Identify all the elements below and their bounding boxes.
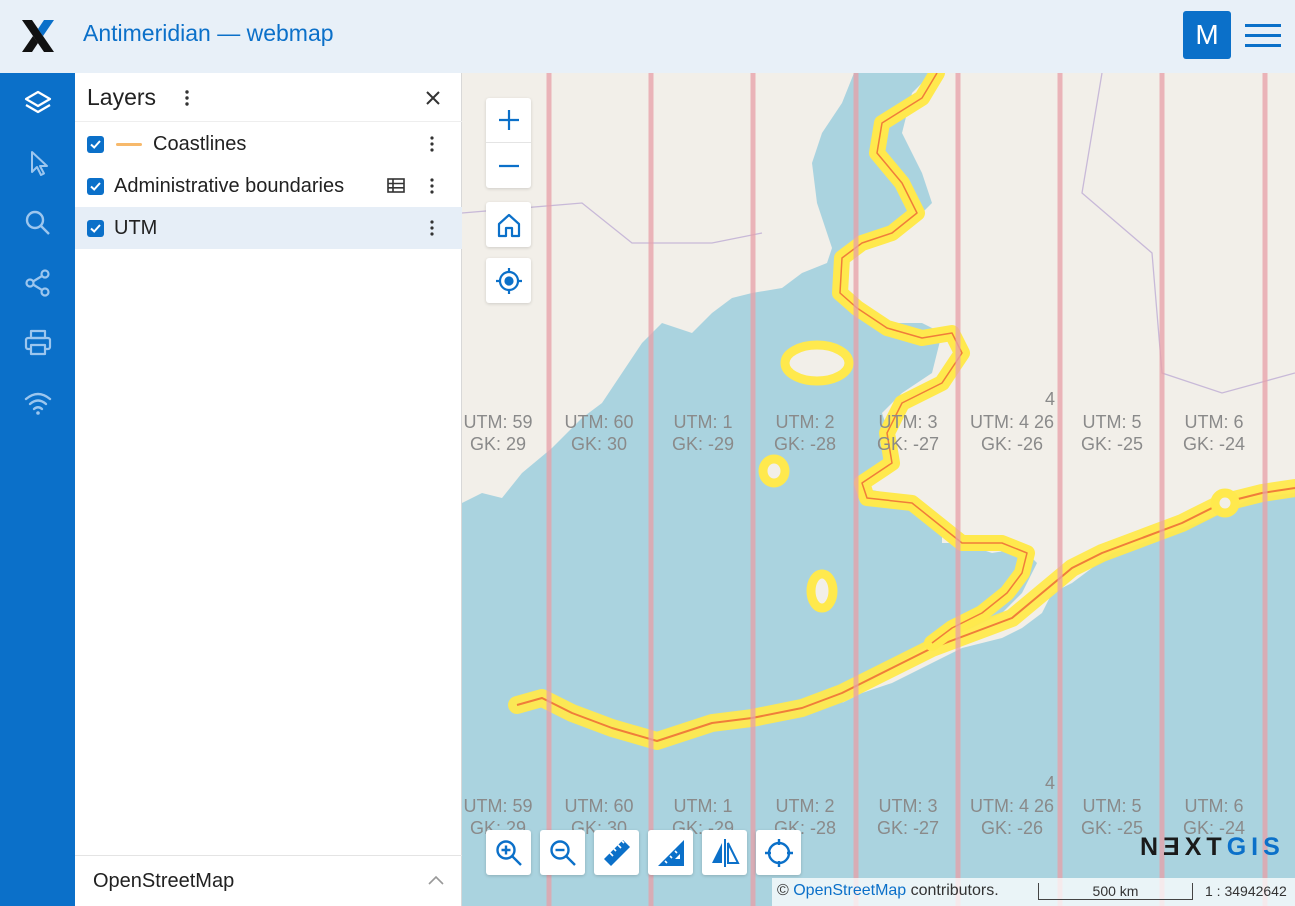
utm-label: UTM: 4 26 GK: -26	[969, 412, 1055, 454]
crosshair-identify-button[interactable]	[756, 830, 801, 875]
zoom-in-button[interactable]	[486, 98, 531, 143]
openstreetmap-link[interactable]: OpenStreetMap	[793, 882, 906, 899]
utm-stray-label: 4	[1044, 773, 1055, 793]
scale-ratio: 1 : 34942642	[1205, 883, 1287, 899]
layer-row-utm[interactable]: UTM	[75, 207, 462, 249]
layer-row-admin-boundaries[interactable]: Administrative boundaries	[75, 165, 462, 207]
measure-area-button[interactable]	[648, 830, 693, 875]
locate-me-button[interactable]	[486, 258, 531, 303]
map-canvas[interactable]	[462, 73, 1295, 906]
compare-swipe-button[interactable]	[702, 830, 747, 875]
home-button[interactable]	[486, 202, 531, 247]
utm-label: UTM: 2 GK: -28	[773, 412, 837, 454]
layer-checkbox[interactable]	[87, 136, 104, 153]
layer-label: UTM	[114, 217, 158, 239]
print-icon[interactable]	[18, 323, 58, 363]
layers-icon[interactable]	[18, 83, 58, 123]
app-header: Antimeridian — webmap M	[0, 0, 1295, 73]
zoom-out-button[interactable]	[486, 143, 531, 188]
close-icon[interactable]	[421, 86, 445, 110]
utm-label: UTM: 3 GK: -27	[876, 796, 940, 838]
utm-stray-label: 4	[1044, 389, 1055, 409]
measure-distance-button[interactable]	[594, 830, 639, 875]
attribution-text: © OpenStreetMap contributors.	[777, 882, 999, 899]
zoom-in-tool-button[interactable]	[486, 830, 531, 875]
layers-panel-header: Layers	[75, 73, 462, 122]
wifi-icon[interactable]	[18, 383, 58, 423]
utm-label: UTM: 3 GK: -27	[876, 412, 940, 454]
basemap-label: OpenStreetMap	[93, 870, 235, 892]
utm-label: UTM: 59 GK: 29	[463, 412, 533, 454]
utm-label: UTM: 60 GK: 30	[564, 412, 634, 454]
attribution-bar: © OpenStreetMap contributors. 500 km 1 :…	[772, 878, 1295, 906]
layer-row-coastlines[interactable]: Coastlines	[75, 123, 462, 165]
layer-checkbox[interactable]	[87, 178, 104, 195]
scale-bar: 500 km	[1038, 883, 1193, 900]
layer-more-icon[interactable]	[422, 134, 442, 154]
layer-more-icon[interactable]	[422, 176, 442, 196]
utm-label: UTM: 1 GK: -29	[671, 412, 735, 454]
layer-label: Administrative boundaries	[114, 175, 345, 197]
nextgis-logo-icon[interactable]	[18, 16, 58, 56]
panel-more-icon[interactable]	[177, 87, 197, 109]
utm-label: UTM: 5 GK: -25	[1080, 412, 1144, 454]
select-cursor-icon[interactable]	[18, 143, 58, 183]
attribute-table-icon[interactable]	[386, 177, 406, 195]
zoom-out-tool-button[interactable]	[540, 830, 585, 875]
utm-label: UTM: 4 26 GK: -26	[969, 796, 1055, 838]
utm-label: UTM: 5 GK: -25	[1080, 796, 1144, 838]
chevron-up-icon[interactable]	[425, 872, 447, 888]
layer-label: Coastlines	[153, 133, 247, 155]
app-title: Antimeridian — webmap	[83, 20, 334, 46]
nextgis-brand-logo: NƎXTGIS	[1140, 833, 1285, 861]
map-view[interactable]: UTM: 59 GK: 29 UTM: 60 GK: 30 UTM: 1 GK: -2…	[462, 73, 1295, 906]
left-toolbar	[0, 73, 75, 906]
share-icon[interactable]	[18, 263, 58, 303]
layer-more-icon[interactable]	[422, 218, 442, 238]
basemap-selector[interactable]: OpenStreetMap	[75, 855, 462, 906]
layers-panel: Layers Coastlines Administrative boundar…	[75, 73, 462, 906]
utm-label: UTM: 6 GK: -24	[1182, 412, 1246, 454]
zoom-controls	[486, 98, 531, 188]
layers-panel-title: Layers	[87, 84, 157, 110]
layer-checkbox[interactable]	[87, 220, 104, 237]
search-icon[interactable]	[18, 203, 58, 243]
user-avatar-button[interactable]: M	[1183, 11, 1231, 59]
hamburger-menu-icon[interactable]	[1243, 20, 1283, 52]
line-legend-icon	[116, 143, 142, 146]
